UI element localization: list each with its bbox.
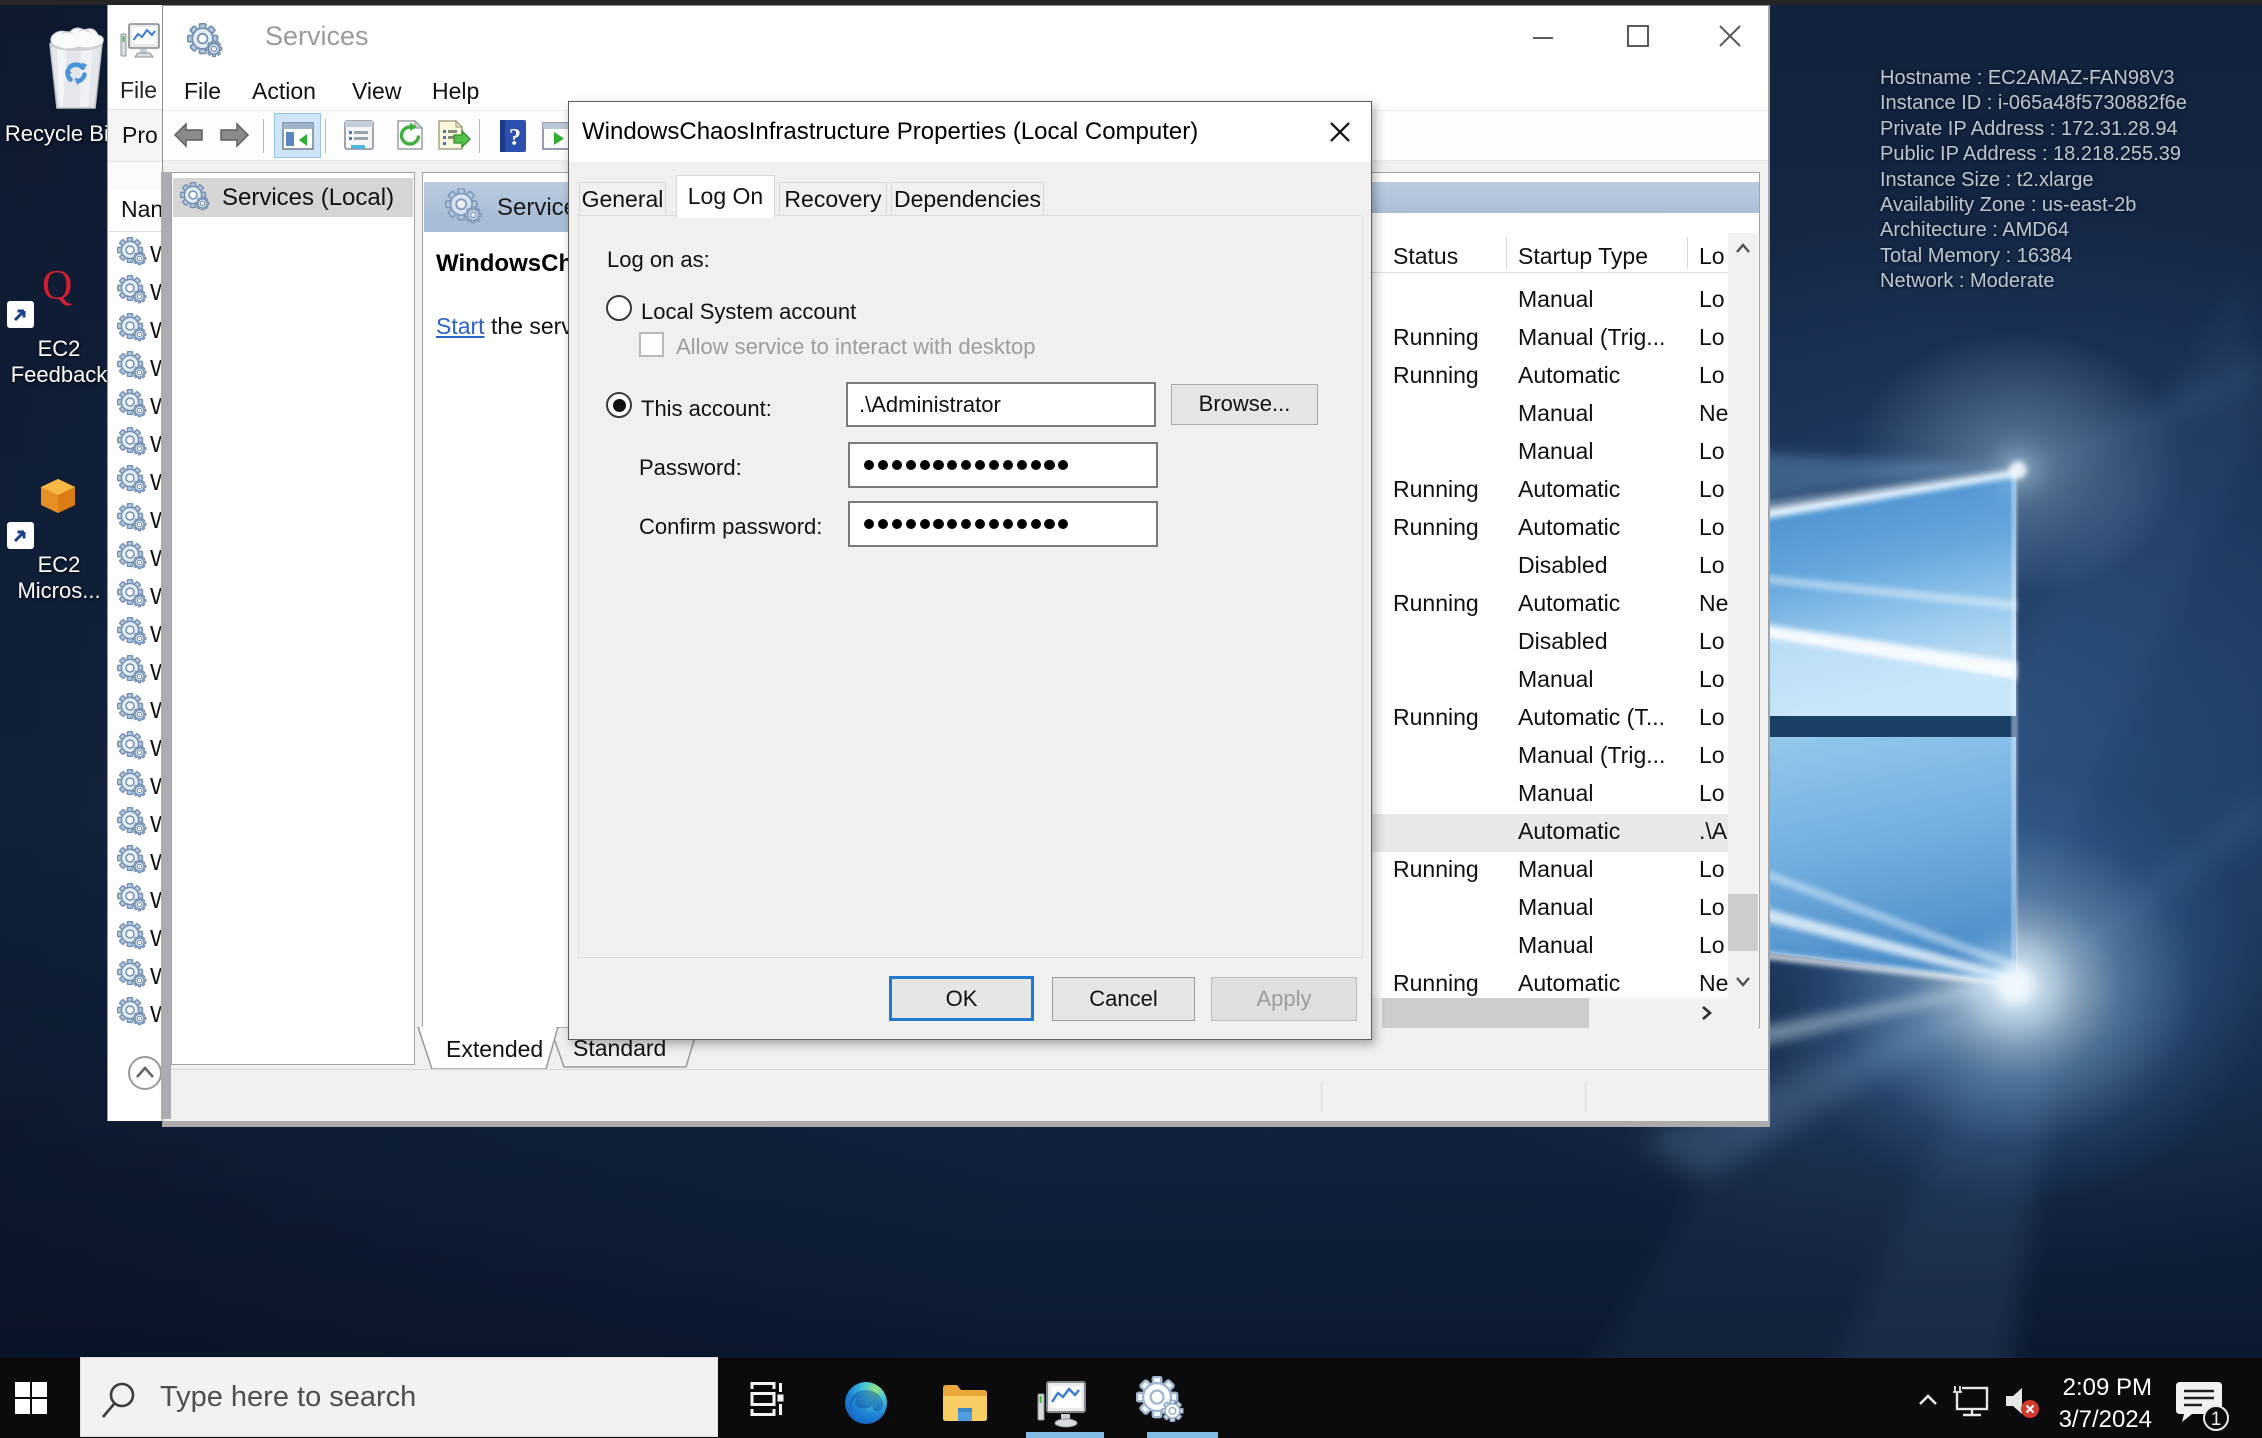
svg-text:?: ? <box>509 125 521 151</box>
svg-text:Extended: Extended <box>446 1036 543 1062</box>
svg-text:1: 1 <box>2211 1409 2222 1430</box>
